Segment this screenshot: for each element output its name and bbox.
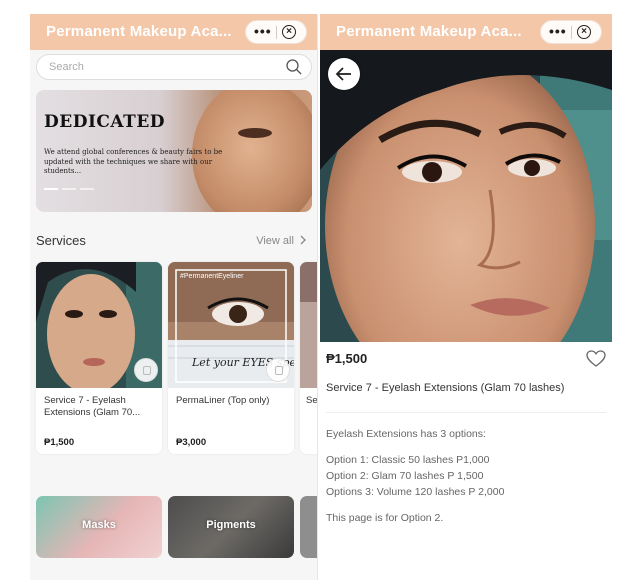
description-option: Options 3: Volume 120 lashes P 2,000 xyxy=(326,486,505,498)
app-title: Permanent Makeup Aca... xyxy=(336,23,522,40)
service-price: ₱1,500 xyxy=(44,437,75,448)
cart-icon[interactable] xyxy=(266,358,290,382)
banner-pager-dot[interactable] xyxy=(44,188,58,190)
service-name: PermaLiner (Top only) xyxy=(176,395,270,406)
category-label: Pigments xyxy=(206,519,256,531)
services-title: Services xyxy=(36,233,86,248)
service-image xyxy=(300,262,317,388)
banner-photo-eye xyxy=(238,128,272,138)
arrow-left-icon xyxy=(335,67,351,81)
more-icon[interactable]: ••• xyxy=(254,23,272,39)
category-label: Masks xyxy=(82,519,116,531)
back-button[interactable] xyxy=(328,58,360,90)
capsule-divider xyxy=(571,26,572,39)
banner-pager-dot[interactable] xyxy=(80,188,94,190)
banner-heading: DEDICATED xyxy=(44,112,166,132)
mini-program-capsule: ••• × xyxy=(245,20,307,44)
view-all-label: View all xyxy=(256,235,294,247)
banner-text: We attend global conferences & beauty fa… xyxy=(44,148,223,175)
service-name: Se M xyxy=(306,395,318,406)
capsule-divider xyxy=(276,26,277,39)
service-card[interactable]: Se M xyxy=(300,262,318,454)
search-icon[interactable] xyxy=(285,58,303,76)
service-price: ₱3,000 xyxy=(176,437,207,448)
service-name: Service 7 - Eyelash Extensions (Glam 70.… xyxy=(44,395,141,418)
view-all-link[interactable]: View all xyxy=(256,235,307,247)
detail-service-name: Service 7 - Eyelash Extensions (Glam 70 … xyxy=(326,382,565,394)
service-hero-image xyxy=(320,50,612,342)
app-title: Permanent Makeup Aca... xyxy=(46,23,232,40)
cart-icon[interactable] xyxy=(134,358,158,382)
banner-pager xyxy=(44,188,94,190)
image-hashtag: #PermanentEyeliner xyxy=(180,273,244,280)
more-icon[interactable]: ••• xyxy=(549,23,567,39)
category-pigments[interactable]: Pigments xyxy=(168,496,294,558)
search-input[interactable]: Search xyxy=(36,54,312,80)
app-bar: Permanent Makeup Aca... ••• × xyxy=(30,14,317,50)
description-note: This page is for Option 2. xyxy=(326,512,444,524)
category-masks[interactable]: Masks xyxy=(36,496,162,558)
banner-pager-dot[interactable] xyxy=(62,188,76,190)
service-card[interactable]: #PermanentEyeliner Let your EYES speak P… xyxy=(168,262,294,454)
mini-program-capsule: ••• × xyxy=(540,20,602,44)
detail-screen: Permanent Makeup Aca... ••• × ₱1,500 Ser… xyxy=(320,14,612,580)
category-tile[interactable] xyxy=(300,496,317,558)
service-card[interactable]: Service 7 - Eyelash Extensions (Glam 70.… xyxy=(36,262,162,454)
description-intro: Eyelash Extensions has 3 options: xyxy=(326,428,486,440)
search-placeholder: Search xyxy=(49,61,84,73)
close-icon[interactable]: × xyxy=(577,25,591,39)
description-option: Option 2: Glam 70 lashes P 1,500 xyxy=(326,470,484,482)
description-option: Option 1: Classic 50 lashes P1,000 xyxy=(326,454,490,466)
chevron-right-icon xyxy=(300,235,306,245)
promo-banner[interactable]: DEDICATED We attend global conferences &… xyxy=(36,90,312,212)
detail-price: ₱1,500 xyxy=(326,351,368,366)
divider xyxy=(326,412,606,413)
list-screen: Permanent Makeup Aca... ••• × Search DED… xyxy=(30,14,318,580)
app-bar: Permanent Makeup Aca... ••• × xyxy=(320,14,612,50)
close-icon[interactable]: × xyxy=(282,25,296,39)
heart-icon[interactable] xyxy=(586,350,606,368)
